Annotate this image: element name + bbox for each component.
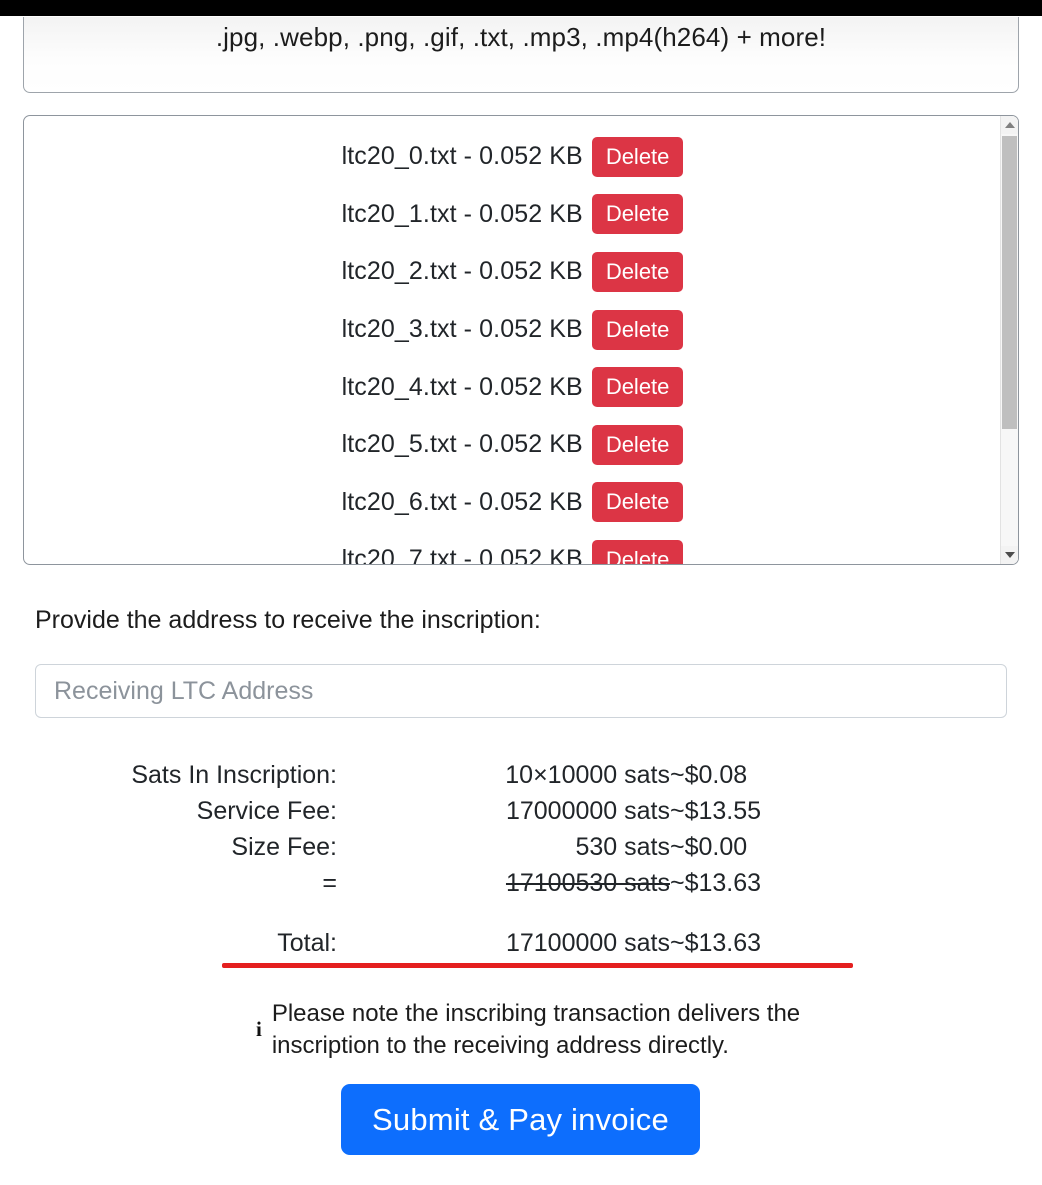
file-name-and-size: ltc20_1.txt - 0.052 KB	[341, 199, 583, 228]
fee-total-row: Total: 17100000 sats ~$13.63	[0, 925, 1042, 961]
file-list-item: ltc20_5.txt - 0.052 KB Delete	[24, 416, 1001, 474]
delete-file-button[interactable]: Delete	[591, 539, 684, 564]
file-list-item: ltc20_0.txt - 0.052 KB Delete	[24, 128, 1001, 186]
scroll-up-button[interactable]	[1001, 116, 1018, 134]
fee-row: = 17100530 sats ~$13.63	[0, 865, 1042, 901]
fee-row-usd: ~$13.63	[670, 928, 762, 957]
file-name-and-size: ltc20_2.txt - 0.052 KB	[341, 257, 583, 286]
fee-row-sats: 17100530 sats	[505, 868, 670, 897]
file-name-and-size: ltc20_7.txt - 0.052 KB	[341, 545, 583, 564]
fee-row: Service Fee: 17000000 sats ~$13.55	[0, 793, 1042, 829]
fee-row-usd: ~$13.55	[670, 796, 762, 825]
delete-file-button[interactable]: Delete	[591, 194, 684, 235]
accepted-file-types-text: .jpg, .webp, .png, .gif, .txt, .mp3, .mp…	[215, 22, 827, 52]
fee-row-sats: 530 sats	[575, 832, 670, 861]
fee-row: Size Fee: 530 sats ~$0.00	[0, 829, 1042, 865]
file-list-item: ltc20_6.txt - 0.052 KB Delete	[24, 474, 1001, 532]
file-list-item: ltc20_3.txt - 0.052 KB Delete	[24, 301, 1001, 359]
fee-table-spacer	[0, 901, 1042, 925]
uploaded-file-list-panel: ltc20_0.txt - 0.052 KB Delete ltc20_1.txt …	[23, 115, 1019, 565]
receiving-address-input[interactable]	[35, 664, 1007, 718]
fee-row-sats: 10×10000 sats	[505, 760, 670, 789]
total-underline	[222, 963, 853, 968]
delivery-note: i Please note the inscribing transaction…	[256, 998, 816, 1062]
fee-row-label: =	[322, 868, 337, 897]
browser-chrome-bar	[0, 0, 1042, 16]
fee-row-label: Total:	[277, 928, 337, 957]
delete-file-button[interactable]: Delete	[591, 136, 684, 177]
fee-breakdown-table: Sats In Inscription: 10×10000 sats ~$0.08 S…	[0, 757, 1042, 961]
file-name-and-size: ltc20_4.txt - 0.052 KB	[341, 372, 583, 401]
delete-file-button[interactable]: Delete	[591, 367, 684, 408]
file-name-and-size: ltc20_0.txt - 0.052 KB	[341, 142, 583, 171]
fee-row-label: Size Fee:	[231, 832, 337, 861]
file-list-item: ltc20_4.txt - 0.052 KB Delete	[24, 358, 1001, 416]
delete-file-button[interactable]: Delete	[591, 482, 684, 523]
file-name-and-size: ltc20_5.txt - 0.052 KB	[341, 430, 583, 459]
delete-file-button[interactable]: Delete	[591, 251, 684, 293]
file-name-and-size: ltc20_6.txt - 0.052 KB	[341, 487, 583, 516]
delivery-note-text: Please note the inscribing transaction d…	[271, 1000, 801, 1059]
info-icon: i	[256, 1017, 262, 1042]
delete-file-button[interactable]: Delete	[591, 309, 684, 350]
file-list-item: ltc20_1.txt - 0.052 KB Delete	[24, 186, 1001, 244]
file-list-scrollbar[interactable]	[1000, 116, 1018, 564]
scroll-up-arrow-icon	[1004, 122, 1015, 128]
delete-file-button[interactable]: Delete	[591, 424, 684, 465]
file-list-item: ltc20_2.txt - 0.052 KB Delete	[24, 243, 1001, 301]
fee-row-label: Sats In Inscription:	[131, 760, 337, 789]
scroll-down-button[interactable]	[1001, 546, 1018, 564]
fee-row-usd: ~$0.08	[670, 760, 748, 789]
fee-row-sats: 17000000 sats	[505, 796, 670, 825]
fee-row-usd: ~$0.00	[670, 832, 748, 861]
file-list-item: ltc20_7.txt - 0.052 KB Delete	[24, 531, 1001, 564]
scroll-down-arrow-icon	[1004, 552, 1015, 558]
fee-row: Sats In Inscription: 10×10000 sats ~$0.08	[0, 757, 1042, 793]
receiving-address-label: Provide the address to receive the inscr…	[35, 606, 541, 634]
file-name-and-size: ltc20_3.txt - 0.052 KB	[341, 315, 583, 344]
file-list-scroll-area[interactable]: ltc20_0.txt - 0.052 KB Delete ltc20_1.txt …	[24, 116, 1001, 564]
submit-and-pay-button[interactable]: Submit & Pay invoice	[341, 1084, 700, 1155]
scrollbar-thumb[interactable]	[1002, 136, 1017, 429]
fee-row-sats: 17100000 sats	[505, 928, 670, 957]
page-root: .jpg, .webp, .png, .gif, .txt, .mp3, .mp…	[0, 0, 1042, 1185]
fee-row-label: Service Fee:	[196, 796, 337, 825]
file-dropzone-panel[interactable]: .jpg, .webp, .png, .gif, .txt, .mp3, .mp…	[23, 17, 1019, 93]
fee-row-usd: ~$13.63	[670, 868, 762, 897]
